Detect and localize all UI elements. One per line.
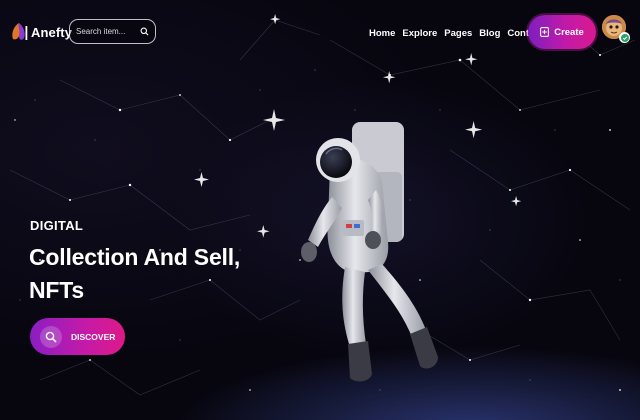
discover-button-label: DISCOVER [71, 331, 116, 342]
hero-headline: Collection And Sell, NFTs [29, 241, 289, 307]
create-button[interactable]: Create [528, 15, 596, 49]
create-icon [540, 27, 550, 37]
create-button-label: Create [554, 26, 584, 38]
user-avatar[interactable] [602, 15, 630, 43]
logo-text: Anefty [31, 24, 73, 40]
nav-blog[interactable]: Blog [479, 28, 500, 39]
search-box[interactable] [69, 19, 156, 44]
hero-headline-line-1: Collection And Sell, [29, 244, 241, 270]
discover-search-icon [40, 325, 62, 348]
hero-eyebrow: DIGITAL [30, 218, 84, 233]
astronaut-illustration [301, 122, 438, 382]
nav-pages[interactable]: Pages [444, 28, 472, 39]
nav-explore[interactable]: Explore [402, 28, 437, 39]
logo[interactable]: Anefty [10, 20, 72, 44]
verified-badge-icon [619, 32, 630, 43]
nav-home[interactable]: Home [369, 28, 395, 39]
search-icon[interactable] [140, 27, 149, 36]
search-input[interactable] [76, 27, 144, 36]
site-header: Anefty Home Explore Pages Blog Contact C… [0, 0, 640, 66]
hero-headline-line-2: NFTs [29, 277, 84, 303]
anefty-logo-icon [12, 23, 28, 40]
discover-button[interactable]: DISCOVER [30, 318, 125, 355]
main-nav: Home Explore Pages Blog Contact [369, 28, 543, 39]
